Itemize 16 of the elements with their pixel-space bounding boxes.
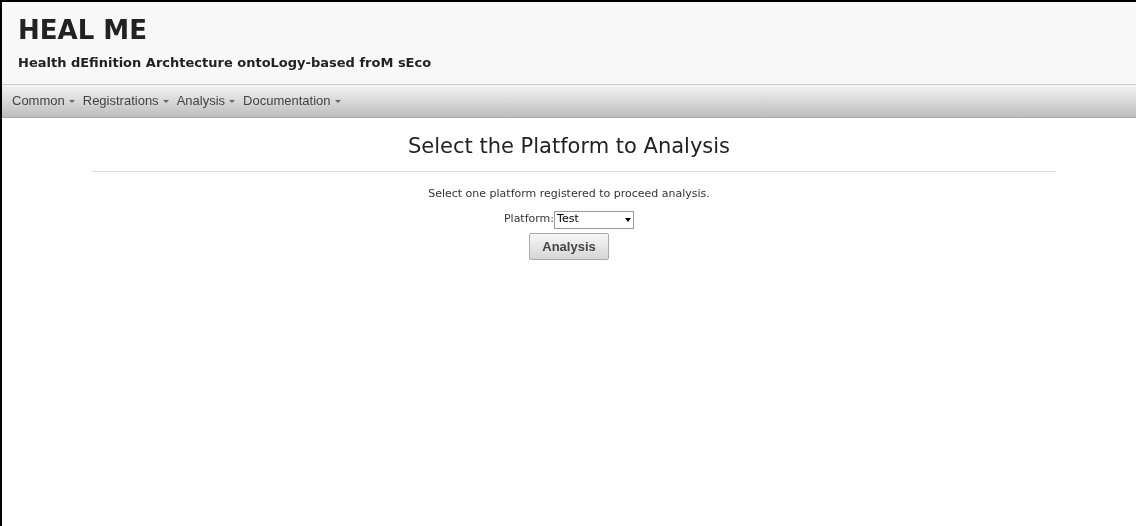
dropdown-arrow-icon bbox=[625, 217, 632, 222]
caret-icon bbox=[334, 99, 341, 103]
description-text: Select one platform registered to proceed analysis. bbox=[427, 186, 711, 203]
menu-item[interactable]: Registrations bbox=[78, 91, 173, 111]
menu-item[interactable]: Analysis bbox=[172, 91, 240, 111]
caret-icon bbox=[229, 99, 236, 103]
caret-icon bbox=[68, 99, 75, 103]
page-heading: Select the Platform to Analysis bbox=[406, 134, 732, 160]
caret-icon bbox=[162, 99, 169, 103]
menu-item[interactable]: Documentation bbox=[239, 91, 345, 111]
platform-label: Platform: bbox=[503, 211, 555, 228]
site-subtitle: Health dEfinition Archtecture ontoLogy-based froM sEco bbox=[18, 53, 433, 72]
site-title: HEAL ME bbox=[18, 16, 148, 45]
menu-item[interactable]: Common bbox=[8, 91, 79, 111]
analysis-button[interactable]: Analysis bbox=[529, 232, 609, 261]
platform-select[interactable]: Test bbox=[554, 210, 635, 229]
